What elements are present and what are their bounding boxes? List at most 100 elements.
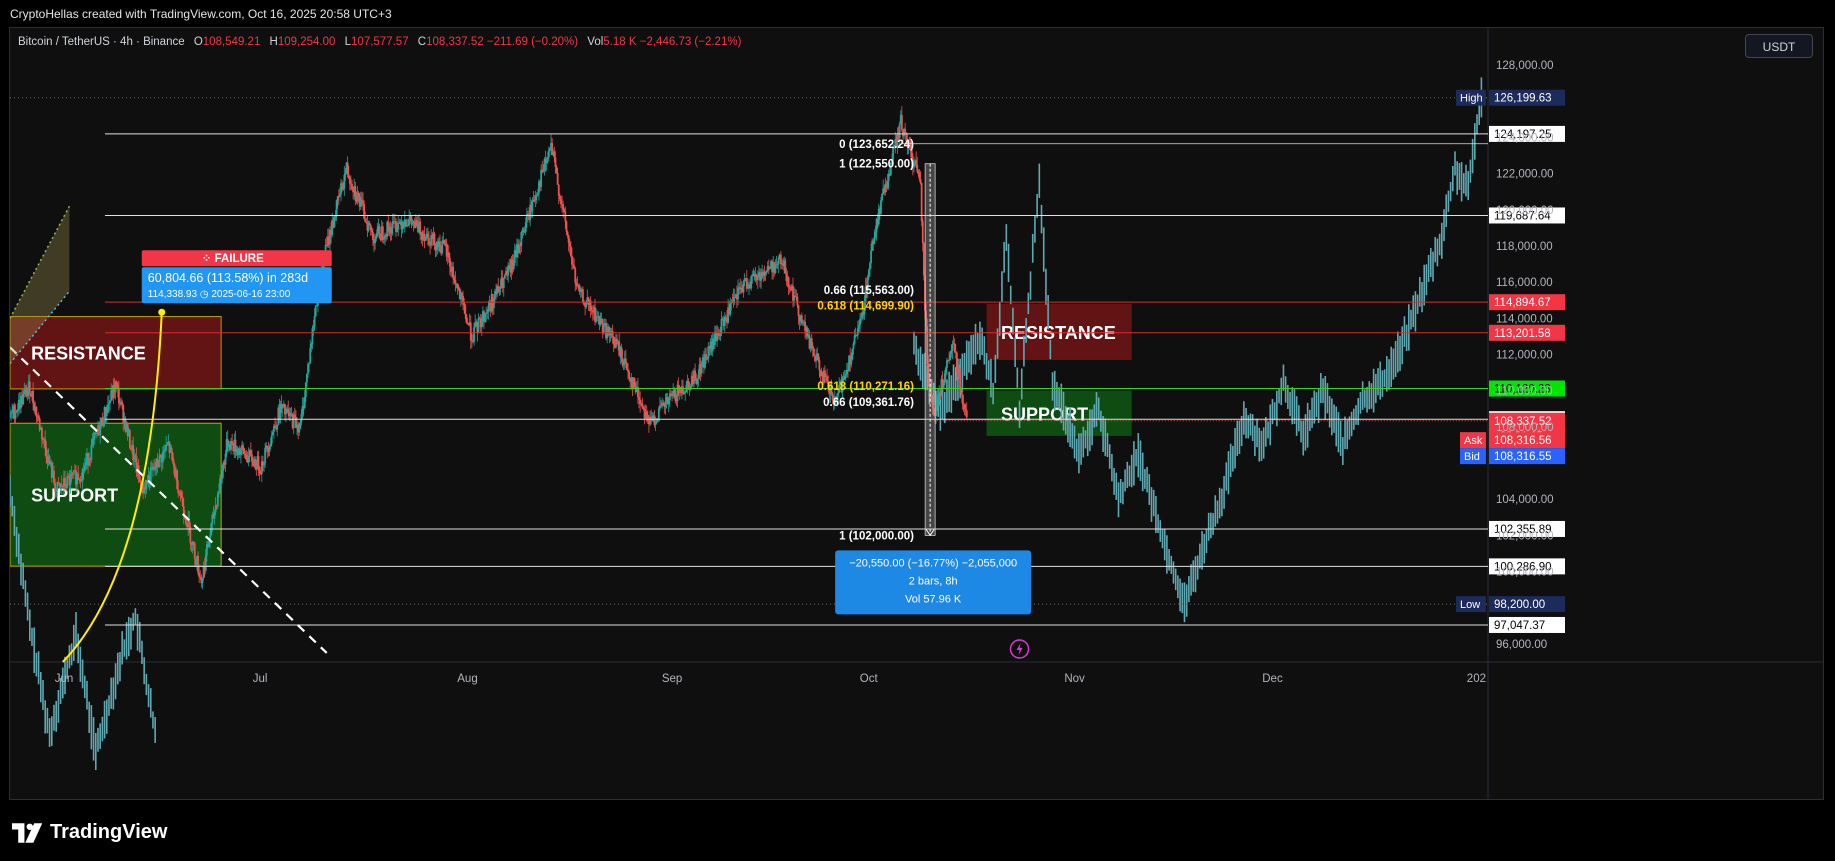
candle-body [398, 222, 401, 224]
candle-body [424, 237, 427, 242]
candle-body [67, 476, 70, 478]
candle-body [179, 492, 182, 497]
level-price-label: 114,894.67 [1494, 297, 1551, 309]
candle-body [26, 390, 29, 397]
candle-body [368, 222, 371, 225]
candle-body [477, 318, 480, 334]
candle-body [304, 382, 307, 398]
price-tick-label: 120,000.00 [1496, 205, 1554, 217]
candle-body [811, 345, 814, 349]
candle-body [454, 279, 457, 285]
candle-body [341, 183, 344, 190]
time-tick-label: Dec [1262, 673, 1283, 685]
price-tick-label: 104,000.00 [1496, 494, 1554, 506]
candle-body [946, 360, 948, 368]
candle-body [747, 287, 749, 289]
candle-body [369, 224, 372, 231]
candle-body [57, 482, 60, 484]
tradingview-logo[interactable]: TradingView [12, 821, 167, 844]
candle-body [764, 271, 767, 276]
candle-body [492, 298, 495, 309]
candle-body [918, 173, 921, 180]
candle-body [128, 430, 131, 448]
candle-body [197, 555, 199, 573]
candle-body [542, 170, 545, 173]
candle-body [480, 321, 483, 328]
candle-body [299, 422, 302, 429]
price-tick-label: 122,000.00 [1496, 169, 1554, 181]
chart-frame[interactable]: RESISTANCE SUPPORT RESISTANCE SUPPORT 124,19… [9, 27, 1824, 800]
candle-body [919, 179, 922, 183]
candle-body [869, 263, 871, 270]
candle-body [852, 343, 855, 350]
candle-body [867, 269, 870, 277]
candle-body [198, 572, 201, 577]
candle-body [161, 451, 164, 463]
time-tick-label: Sep [662, 673, 682, 685]
candle-body [339, 194, 341, 197]
candle-body [503, 275, 506, 279]
price-chart[interactable]: RESISTANCESUPPORTRESISTANCESUPPORT124,19… [10, 28, 1824, 800]
candle-body [463, 302, 466, 306]
candle-body [84, 461, 87, 466]
failure-line2: 114,338.93 ◷ 2025-06-16 23:00 [148, 289, 291, 300]
candle-body [609, 333, 612, 336]
candle-body [293, 414, 296, 418]
candle-body [626, 363, 628, 371]
candle-body [720, 319, 723, 334]
price-tick-label: 108,000.00 [1496, 422, 1554, 434]
candle-body [354, 186, 357, 197]
footer-bar: TradingView [0, 801, 1835, 861]
bid-price-value: 108,316.55 [1494, 451, 1552, 463]
zones-layer: RESISTANCESUPPORTRESISTANCESUPPORT [10, 303, 1132, 567]
candle-body [362, 201, 364, 205]
candle-body [404, 219, 407, 227]
candle-body [672, 391, 675, 396]
candle-body [35, 406, 38, 417]
candle-body [91, 439, 94, 445]
candle-body [664, 401, 667, 408]
price-tick-label: 96,000.00 [1496, 639, 1547, 651]
candle-body [797, 305, 800, 316]
candle-body [777, 257, 780, 265]
candle-body [433, 233, 436, 245]
candle-body [628, 371, 631, 379]
fib-level-label: 0.66 (115,563.00) [824, 285, 914, 297]
candle-body [564, 211, 567, 222]
candle-body [560, 198, 562, 205]
candle-body [462, 295, 464, 303]
candle-body [817, 353, 820, 361]
candle-body [917, 171, 920, 174]
high-label: H [269, 36, 278, 48]
price-tick-label: 112,000.00 [1496, 350, 1553, 362]
candle-body [638, 397, 640, 400]
candle-body [411, 223, 414, 225]
candle-body [684, 391, 687, 393]
candle-body [874, 231, 877, 237]
candle-body [575, 282, 578, 286]
candle-body [219, 478, 221, 492]
candle-body [915, 160, 918, 166]
candle-body [374, 238, 377, 244]
candle-body [942, 383, 945, 389]
candle-body [271, 431, 274, 436]
candle-body [15, 410, 18, 412]
symbol-label[interactable]: Bitcoin / TetherUS · 4h · Binance [18, 36, 185, 48]
candle-body [192, 541, 195, 544]
candle-body [955, 352, 958, 372]
candle-body [858, 325, 860, 329]
ask-price-value: 108,316.56 [1494, 435, 1552, 447]
currency-button[interactable]: USDT [1745, 34, 1813, 58]
candle-body [461, 292, 463, 296]
candle-body [335, 200, 338, 217]
candle-body [921, 220, 924, 244]
candle-body [760, 277, 762, 281]
candle-body [32, 390, 34, 404]
candle-body [69, 475, 72, 486]
candle-body [860, 317, 863, 319]
candle-body [154, 468, 157, 470]
candle-body [856, 328, 859, 335]
price-tick-label: 100,000.00 [1496, 567, 1554, 579]
candle-body [106, 404, 109, 413]
candle-body [99, 424, 102, 436]
